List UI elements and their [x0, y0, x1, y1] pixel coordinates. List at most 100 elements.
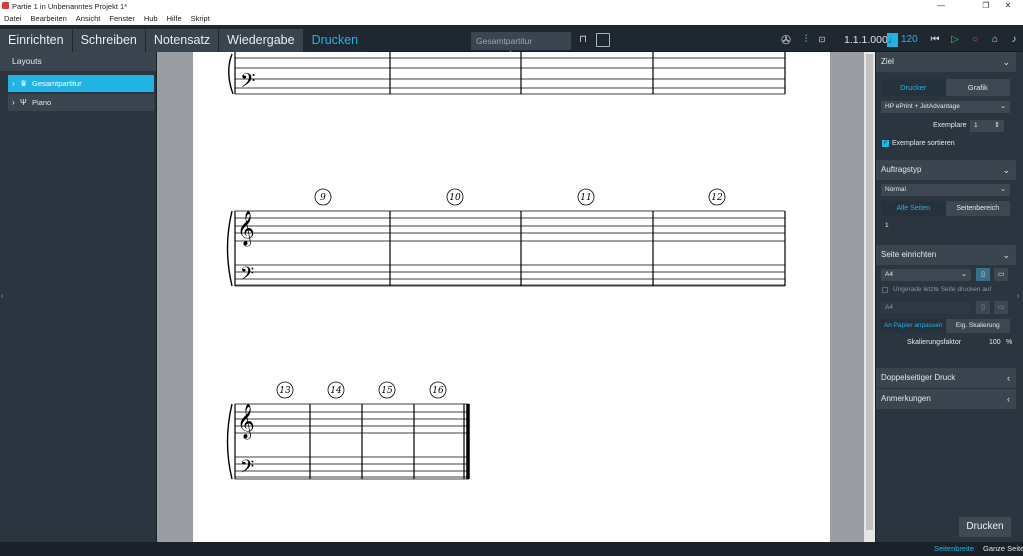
section-title: Ziel — [881, 57, 894, 66]
system-2 — [234, 210, 786, 287]
fit-page-button[interactable]: Ganze Seite — [979, 542, 1023, 556]
printer-name: HP ePrint + JetAdvantage — [885, 103, 960, 110]
film-reel-icon[interactable]: ✇ — [779, 33, 793, 47]
landscape-icon[interactable]: ▭ — [994, 268, 1008, 281]
section-anmerkungen[interactable]: Anmerkungen ‹ — [876, 389, 1016, 409]
menu-fenster[interactable]: Fenster — [109, 14, 134, 23]
right-panel-toggle-icon[interactable]: › — [1017, 293, 1019, 300]
bar-number: 14 — [330, 386, 342, 396]
menu-datei[interactable]: Datei — [4, 14, 22, 23]
bass-clef-icon: 𝄢 — [240, 264, 254, 289]
tab-drucken[interactable]: Drucken — [303, 29, 367, 52]
close-button[interactable]: ✕ — [993, 0, 1023, 12]
collate-checkbox[interactable]: ✓ — [882, 140, 889, 147]
tab-notensatz[interactable]: Notensatz — [145, 29, 219, 52]
odd-paper-value: A4 — [885, 304, 893, 311]
layouts-header: Layouts — [0, 52, 156, 71]
mode-toolbar: Einrichten Schreiben Notensatz Wiedergab… — [0, 25, 1023, 56]
treble-clef-icon: 𝄞 — [237, 404, 255, 440]
layout-item-piano[interactable]: › Ψ Piano — [8, 94, 154, 111]
chevron-left-icon[interactable]: ‹ — [1007, 389, 1010, 409]
record-icon[interactable]: ○ — [967, 32, 983, 48]
chevron-down-icon[interactable]: ⌄ — [1002, 52, 1010, 72]
position-counter[interactable]: 1.1.1.000 — [844, 34, 888, 46]
tab-wiedergabe[interactable]: Wiedergabe — [219, 29, 303, 52]
output-type-toggle: Drucker Grafik — [881, 79, 1010, 96]
tab-einrichten[interactable]: Einrichten — [0, 29, 72, 52]
bass-clef-icon: 𝄢 — [240, 457, 254, 482]
galley-view-icon[interactable] — [596, 33, 610, 47]
mini-window-icon[interactable]: ⊡ — [815, 33, 829, 47]
brace-icon — [226, 403, 233, 480]
menu-hub[interactable]: Hub — [144, 14, 158, 23]
section-ziel[interactable]: Ziel ⌄ — [876, 52, 1016, 72]
odd-page-label: Ungerade letzte Seite drucken auf — [893, 286, 992, 293]
tab-an-papier-anpassen[interactable]: An Papier anpassen — [881, 319, 946, 333]
odd-paper-select[interactable]: A4 — [881, 302, 971, 314]
portrait-icon[interactable]: ▯ — [976, 268, 990, 281]
full-score-icon: ♛ — [20, 79, 28, 88]
stepper-icon[interactable]: ⇕ — [994, 120, 1000, 132]
menu-skript[interactable]: Skript — [191, 14, 210, 23]
chevron-left-icon[interactable]: ‹ — [1007, 368, 1010, 388]
tab-alle-seiten[interactable]: Alle Seiten — [881, 201, 946, 216]
bar-number: 13 — [279, 386, 291, 396]
left-panel-toggle-icon[interactable]: ‹ — [1, 293, 3, 300]
tab-grafik[interactable]: Grafik — [945, 79, 1010, 96]
tab-schreiben[interactable]: Schreiben — [72, 29, 145, 52]
mixer-icon[interactable]: ⫶ — [799, 33, 813, 47]
chevron-down-icon[interactable]: ⌄ — [1002, 160, 1010, 180]
bar-number: 10 — [449, 193, 461, 203]
chevron-right-icon[interactable]: › — [12, 94, 20, 111]
job-type-select[interactable]: Normal ⌄ — [881, 184, 1010, 196]
layout-item-gesamtpartitur[interactable]: › ♛ Gesamtpartitur — [8, 75, 154, 92]
print-button[interactable]: Drucken — [959, 517, 1011, 537]
section-seite-einrichten[interactable]: Seite einrichten ⌄ — [876, 245, 1016, 265]
bass-clef-icon: 𝄢 — [240, 69, 255, 97]
menu-ansicht[interactable]: Ansicht — [76, 14, 101, 23]
tab-eig-skalierung[interactable]: Eig. Skalierung — [945, 319, 1010, 333]
metronome-icon[interactable]: ⌂ — [987, 32, 1003, 48]
seite-body: A4 ⌄ ▯ ▭ Ungerade letzte Seite drucken a… — [876, 265, 1016, 366]
window-title: Partie 1 in Unbenanntes Projekt 1* — [12, 2, 128, 11]
tempo-value[interactable]: 120 — [901, 34, 918, 45]
play-icon[interactable]: ▷ — [947, 32, 963, 48]
printer-select[interactable]: HP ePrint + JetAdvantage ⌄ — [881, 101, 1010, 113]
scrollbar-thumb[interactable] — [866, 54, 873, 530]
chevron-down-icon: ⌄ — [1000, 186, 1006, 193]
vertical-scrollbar[interactable] — [864, 52, 875, 542]
rewind-icon[interactable]: ⏮ — [927, 32, 943, 48]
section-title: Anmerkungen — [881, 394, 931, 403]
section-auftragstyp[interactable]: Auftragstyp ⌄ — [876, 160, 1016, 180]
tab-drucker[interactable]: Drucker — [881, 79, 946, 96]
tab-seitenbereich[interactable]: Seitenbereich — [945, 201, 1010, 216]
brace-icon — [226, 210, 233, 287]
ziel-body: Drucker Grafik HP ePrint + JetAdvantage … — [876, 72, 1016, 160]
layout-name-field[interactable]: Gesamtpartitur — [471, 32, 571, 50]
chevron-down-icon[interactable]: ⌄ — [1002, 245, 1010, 265]
bar-number: 11 — [580, 193, 591, 203]
minimize-button[interactable]: — — [926, 0, 956, 12]
mode-tabs: Einrichten Schreiben Notensatz Wiedergab… — [0, 29, 367, 52]
odd-landscape-icon[interactable]: ▭ — [994, 301, 1008, 314]
mixer-window-icon[interactable]: ♪ — [1006, 32, 1022, 48]
section-doppelseitig[interactable]: Doppelseitiger Druck ‹ — [876, 368, 1016, 388]
copies-input[interactable]: 1 ⇕ — [970, 120, 1004, 132]
odd-page-checkbox[interactable] — [882, 287, 888, 293]
quarter-note-icon[interactable]: ♩ — [887, 33, 898, 47]
scale-value[interactable]: 100 — [989, 339, 1001, 346]
bar-number: 12 — [711, 193, 723, 203]
fit-width-button[interactable]: Seitenbreite — [930, 542, 978, 556]
score-view[interactable]: 𝄢 𝄞 𝄢 9 10 11 12 𝄞 𝄢 13 14 15 16 — [157, 52, 875, 542]
page-range-input[interactable]: 1 — [881, 220, 1010, 232]
layout-item-label: Gesamtpartitur — [32, 79, 82, 88]
page-range-value: 1 — [885, 222, 889, 229]
odd-portrait-icon[interactable]: ▯ — [976, 301, 990, 314]
page-arrangement-icon[interactable]: ⊓ — [576, 33, 590, 47]
print-options-panel: Ziel ⌄ Drucker Grafik HP ePrint + JetAdv… — [875, 52, 1016, 542]
menu-bearbeiten[interactable]: Bearbeiten — [31, 14, 67, 23]
system-1 — [234, 52, 786, 95]
chevron-right-icon[interactable]: › — [12, 75, 20, 92]
menu-hilfe[interactable]: Hilfe — [167, 14, 182, 23]
paper-size-select[interactable]: A4 ⌄ — [881, 269, 971, 281]
